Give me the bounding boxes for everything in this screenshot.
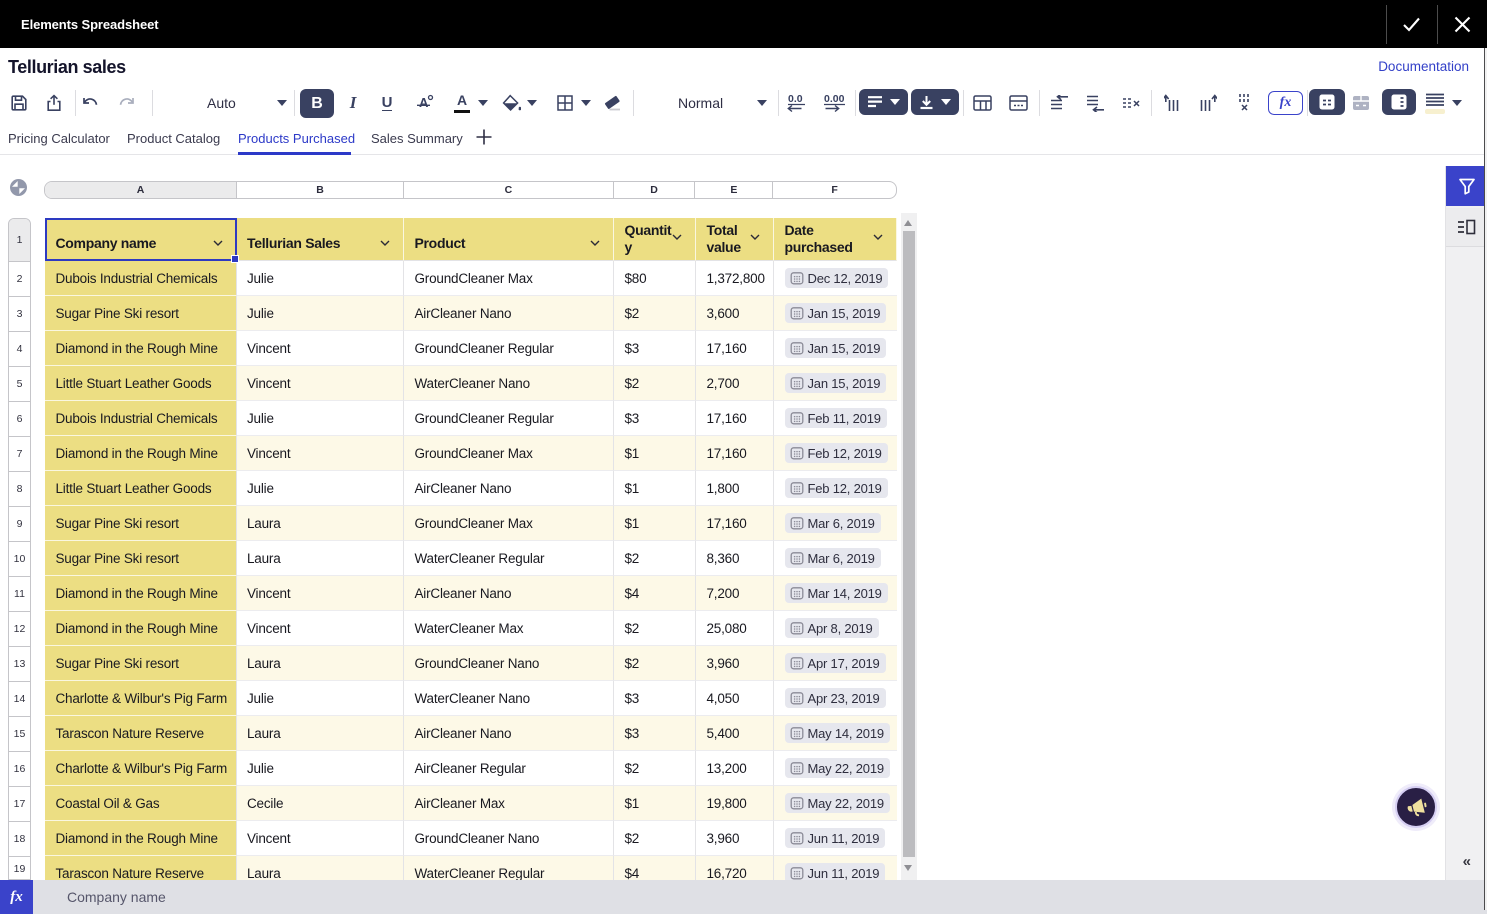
svg-text:0.0: 0.0	[788, 93, 803, 105]
svg-text:0.00: 0.00	[824, 93, 845, 105]
svg-text:A: A	[419, 95, 429, 110]
